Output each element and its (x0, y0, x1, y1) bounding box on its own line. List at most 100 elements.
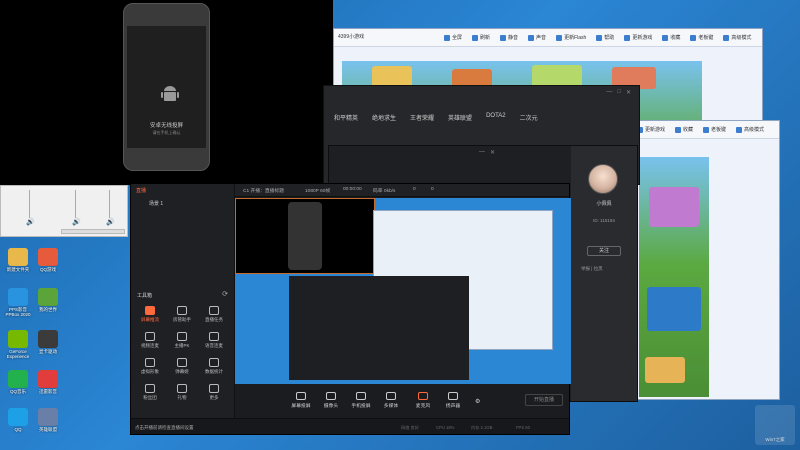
stream-title[interactable]: C1 开播：直播标题 (243, 187, 284, 194)
close-icon[interactable]: ✕ (626, 89, 631, 96)
start-live-button[interactable]: 开始直播 (525, 394, 563, 406)
desktop-icon[interactable]: QQ音乐 (2, 370, 34, 394)
desktop-icon[interactable]: PPS影音 PPBox 2020 (2, 288, 34, 317)
viewer-count: 0 (413, 187, 416, 192)
boss-key-button[interactable]: 老板键 (690, 34, 713, 41)
tab-category[interactable]: 英雄联盟 (448, 113, 472, 122)
browser-toolbar-items: 更新游戏 收藏 老板键 高级模式 (637, 126, 764, 133)
preview-phone-source[interactable] (235, 198, 375, 274)
pps-icon (8, 288, 28, 306)
tab-category[interactable]: 王者荣耀 (410, 113, 434, 122)
help-button[interactable]: 帮助 (596, 34, 614, 41)
speaker-icon[interactable]: 🔊 (72, 218, 81, 226)
update-game-button[interactable]: 更新游戏 (637, 126, 665, 133)
follow-button[interactable]: 关注 (587, 246, 621, 256)
boss-key-button[interactable]: 老板键 (703, 126, 726, 133)
tab-category[interactable]: DOTA2 (486, 113, 506, 122)
advanced-mode-button[interactable]: 高级模式 (723, 34, 751, 41)
desktop-icon[interactable]: 迅雷影音 (32, 370, 64, 394)
fps-stat: FPS 60 (516, 425, 530, 430)
game-canvas[interactable] (639, 157, 709, 397)
tool-screen-push[interactable]: 屏幕推流 (135, 306, 165, 323)
minimize-icon[interactable]: — (606, 89, 612, 96)
refresh-icon[interactable]: ⟳ (222, 290, 228, 298)
maximize-icon[interactable]: □ (617, 89, 621, 96)
tab-category[interactable]: 二次元 (520, 113, 538, 122)
tool-voice-link[interactable]: 语音连麦 (199, 332, 229, 349)
resolution-text: 1080P 60帧 (305, 189, 331, 194)
phone-cast-button[interactable]: 手机投屏 (349, 392, 373, 409)
update-game-button[interactable]: 更新游戏 (624, 34, 652, 41)
sound-button[interactable]: 声音 (528, 34, 546, 41)
notice-text[interactable]: 点击开播前请检查直播间设置 (135, 425, 194, 431)
tool-fans[interactable]: 粉丝团 (135, 384, 165, 401)
screen-cast-button[interactable]: 屏幕投屏 (289, 392, 313, 409)
obs-topbar: C1 开播：直播标题 1080P 60帧 00:00:00 码率 0kb/s 0… (235, 184, 569, 197)
microphone-button[interactable]: 麦克风 (411, 392, 435, 409)
advanced-mode-button[interactable]: 高级模式 (736, 126, 764, 133)
streaming-app: 直播 场景 1 工具箱 ⟳ 屏幕推流 房管助手 直播任务 视频连麦 主播PK 语… (130, 183, 571, 435)
report-link[interactable]: 举报 | 拉黑 (581, 266, 603, 272)
desktop-icon[interactable]: 显卡驱动 (32, 330, 64, 354)
desktop-icon[interactable]: 英雄联盟 (32, 408, 64, 432)
desktop-icon[interactable]: 新建文件夹 (2, 248, 34, 272)
minimize-icon[interactable]: — (479, 149, 485, 156)
volume-mixer-dialog: 🔊 🔊 🔊 (0, 185, 128, 237)
network-stat: 网络 良好 (401, 425, 419, 430)
speaker-icon[interactable]: 🔊 (26, 218, 35, 226)
phone-screen: 安卓无线投屏 请在手机上确认 (127, 26, 206, 148)
fullscreen-button[interactable]: 全屏 (444, 34, 462, 41)
tool-room-admin[interactable]: 房管助手 (167, 306, 197, 323)
desktop-icon[interactable]: 我的世界 (32, 288, 64, 312)
driver-icon (38, 330, 58, 348)
tool-live-task[interactable]: 直播任务 (199, 306, 229, 323)
close-icon[interactable]: ✕ (490, 149, 495, 156)
settings-icon[interactable]: ⚙ (475, 398, 480, 405)
refresh-button[interactable]: 刷新 (472, 34, 490, 41)
window-controls: — □ ✕ (606, 89, 631, 96)
watermark-logo: Win7之家 (755, 405, 795, 445)
horizontal-scrollbar[interactable] (61, 229, 125, 234)
android-icon (161, 86, 179, 101)
update-flash-button[interactable]: 更新Flash (556, 34, 586, 41)
volume-slider[interactable] (29, 190, 39, 218)
tool-statistics[interactable]: 数据统计 (199, 358, 229, 375)
desktop-icon[interactable]: QQ游戏 (32, 248, 64, 272)
qq-game-icon (38, 248, 58, 266)
tool-danmaku[interactable]: 弹幕姬 (167, 358, 197, 375)
obs-sidebar: 直播 场景 1 工具箱 ⟳ 屏幕推流 房管助手 直播任务 视频连麦 主播PK 语… (131, 184, 235, 434)
camera-button[interactable]: 摄像头 (319, 392, 343, 409)
lol-icon (38, 408, 58, 426)
browser-toolbar-items: 全屏 刷新 静音 声音 更新Flash 帮助 更新游戏 收藏 老板键 高级模式 (444, 34, 751, 41)
favorite-button[interactable]: 收藏 (662, 34, 680, 41)
mute-button[interactable]: 静音 (500, 34, 518, 41)
browser-toolbar: 4399小游戏 全屏 刷新 静音 声音 更新Flash 帮助 更新游戏 收藏 老… (334, 29, 762, 47)
tab-category[interactable]: 绝地求生 (372, 113, 396, 122)
phone-frame: 安卓无线投屏 请在手机上确认 (123, 3, 210, 171)
browser-tab[interactable]: 4399小游戏 (338, 33, 364, 40)
xunlei-icon (38, 370, 58, 388)
scene-item[interactable]: 场景 1 (149, 200, 163, 207)
window-controls: — ✕ (479, 149, 495, 156)
tool-gift[interactable]: 礼物 (167, 384, 197, 401)
tab-category[interactable]: 和平精英 (334, 113, 358, 122)
volume-slider[interactable] (109, 190, 119, 218)
tool-more[interactable]: 更多 (199, 384, 229, 401)
volume-slider[interactable] (75, 190, 85, 218)
tool-anchor-pk[interactable]: 主播PK (167, 332, 197, 349)
toolbox-title: 工具箱 (137, 293, 153, 299)
speaker-button[interactable]: 扬声器 (441, 392, 465, 409)
tool-video-link[interactable]: 视频连麦 (135, 332, 165, 349)
user-id: ID: 115194 (593, 218, 615, 223)
phone-frame (288, 202, 322, 270)
desktop-icon[interactable]: QQ (2, 408, 34, 432)
phone-title: 安卓无线投屏 (149, 123, 183, 129)
geforce-icon (8, 330, 28, 348)
favorite-button[interactable]: 收藏 (675, 126, 693, 133)
avatar[interactable] (588, 164, 618, 194)
live-timer: 00:00:00 (343, 187, 362, 192)
desktop-icon[interactable]: GeForce Experience (2, 330, 34, 359)
speaker-icon[interactable]: 🔊 (106, 218, 115, 226)
media-button[interactable]: 多媒体 (379, 392, 403, 409)
tool-virtual-avatar[interactable]: 虚拟形象 (135, 358, 165, 375)
